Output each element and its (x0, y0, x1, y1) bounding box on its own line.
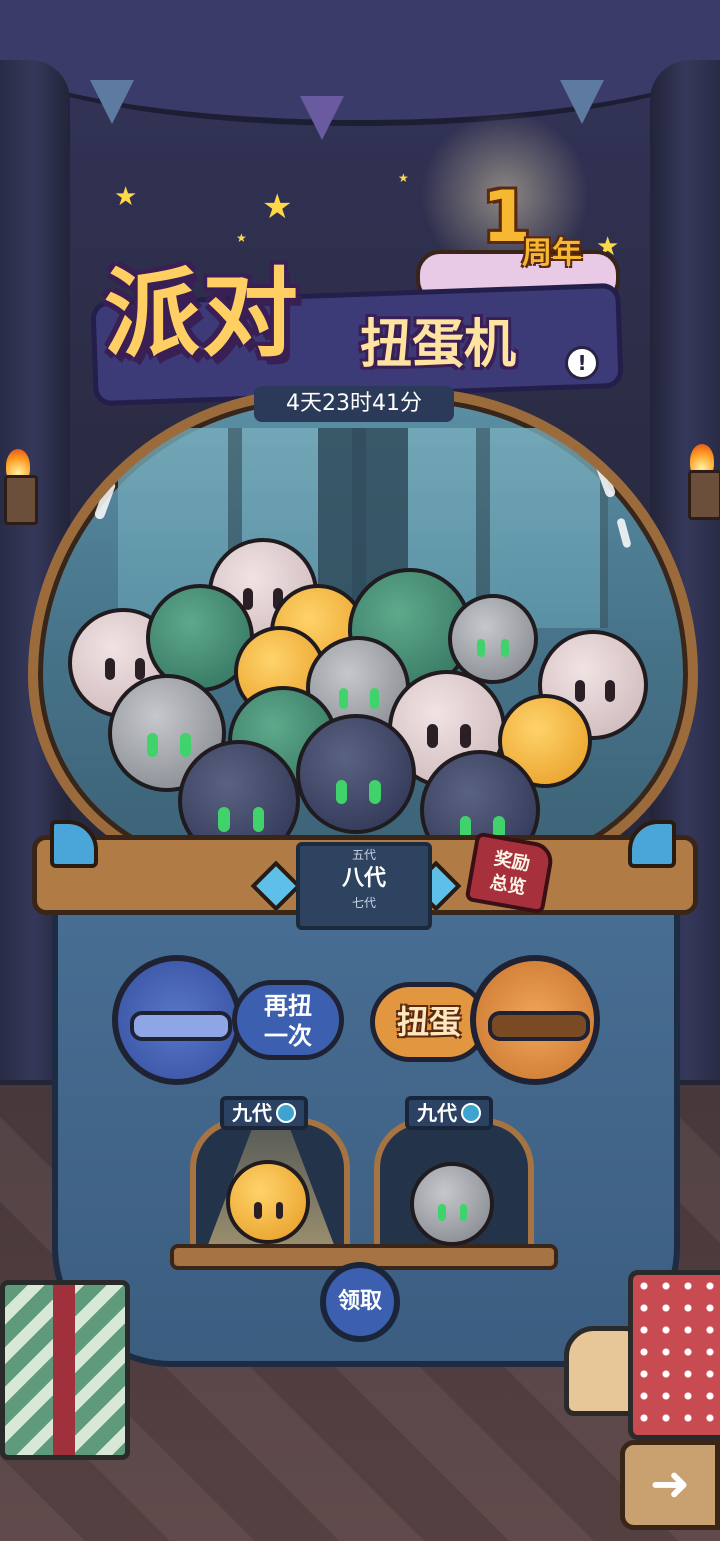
info-icon[interactable]: ! (565, 346, 599, 380)
generation-current: 八代 (341, 866, 386, 891)
capsule (296, 714, 416, 834)
torch-left (0, 445, 38, 525)
torch-right (684, 440, 720, 520)
reward-overview-label: 奖励 总览 (488, 848, 532, 899)
star-icon: ★ (114, 182, 138, 212)
anniversary-text: 周年 (522, 236, 582, 271)
tray-label-left[interactable]: 九代 (220, 1096, 308, 1130)
prize-capsule[interactable] (410, 1162, 494, 1246)
tray-label-text: 九代 (232, 1101, 272, 1125)
bunting-flag (90, 80, 134, 124)
page-subtitle: 扭蛋机 (360, 315, 517, 375)
claim-button[interactable]: 领取 (320, 1262, 400, 1342)
capsule-globe (28, 388, 698, 878)
gift-box-right (628, 1270, 720, 1440)
arrow-icon: ➜ (649, 1456, 691, 1512)
spin-again-label: 再扭 一次 (264, 992, 312, 1050)
star-icon: ★ (398, 171, 409, 185)
spin-again-knob[interactable] (112, 955, 242, 1085)
generation-next[interactable]: 七代 (300, 894, 428, 912)
prize-capsule[interactable] (226, 1160, 310, 1244)
page-title: 派对 (104, 258, 300, 370)
generation-selector[interactable]: 五代 八代 七代 (296, 842, 432, 930)
bunting-flag (300, 96, 344, 140)
tray-label-right[interactable]: 九代 (405, 1096, 493, 1130)
tray-label-text: 九代 (417, 1101, 457, 1125)
generation-prev[interactable]: 五代 (300, 846, 428, 864)
event-timer: 4天23时41分 (254, 386, 454, 422)
spin-knob[interactable] (470, 955, 600, 1085)
magnifier-icon (461, 1102, 481, 1123)
gift-box-left (0, 1280, 130, 1460)
spin-again-button[interactable]: 再扭 一次 (232, 980, 344, 1060)
capsule (448, 594, 538, 684)
glass-shine (616, 517, 632, 549)
bunting-flag (560, 80, 604, 124)
star-icon: ★ (262, 187, 293, 227)
claim-label: 领取 (337, 1289, 382, 1314)
gacha-scene: ★ ★ ★ ★ ★ 1 周年 派对 扭蛋机 ! 4天23时41分 五代 八代 七… (0, 0, 720, 1541)
magnifier-icon (276, 1102, 296, 1123)
next-button[interactable]: ➜ (620, 1440, 720, 1530)
reward-overview-button[interactable]: 奖励 总览 (464, 831, 556, 915)
spin-label: 扭蛋 (396, 1003, 461, 1041)
